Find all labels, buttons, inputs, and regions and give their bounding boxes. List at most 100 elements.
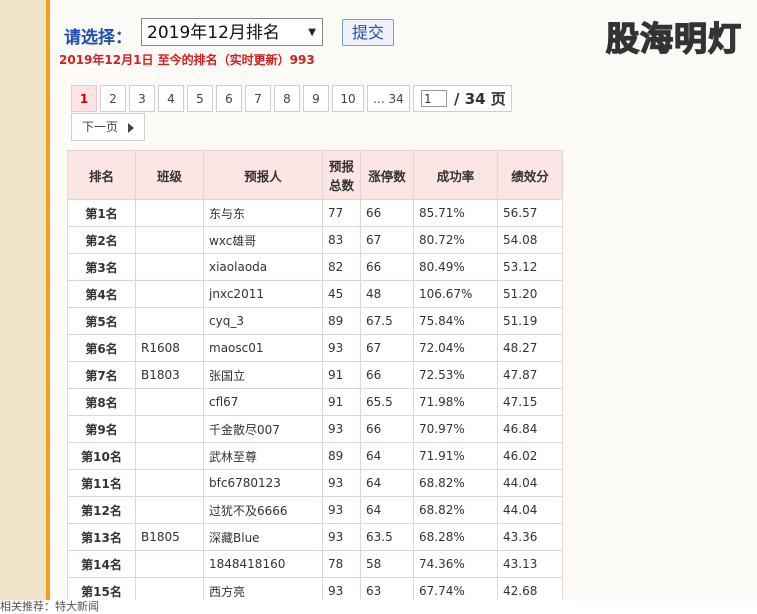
table-cell: 80.49% <box>413 253 498 281</box>
table-cell: R1608 <box>135 334 204 362</box>
table-cell: 66 <box>360 361 414 389</box>
table-cell[interactable]: 千金散尽007 <box>203 415 323 443</box>
table-cell: 68.82% <box>413 469 498 497</box>
footer-news[interactable]: 相关推荐：特大新闻 <box>0 600 757 614</box>
table-cell[interactable]: 武林至尊 <box>203 442 323 470</box>
column-header: 成功率 <box>413 150 498 200</box>
table-cell: 70.97% <box>413 415 498 443</box>
table-cell: 51.19 <box>497 307 563 335</box>
table-row: 第13名 B1805 深藏Blue 93 63.5 68.28% 43.36 <box>67 523 563 551</box>
table-cell: 第9名 <box>67 415 136 443</box>
table-row: 第12名 过犹不及6666 93 64 68.82% 44.04 <box>67 496 563 524</box>
table-cell: 第4名 <box>67 280 136 308</box>
column-header: 预报总数 <box>322 150 361 200</box>
table-cell: 91 <box>322 361 361 389</box>
table-cell: 82 <box>322 253 361 281</box>
month-select[interactable]: 2019年12月排名 ▼ <box>141 18 323 46</box>
select-label: 请选择： <box>64 28 132 48</box>
column-header: 预报人 <box>203 150 323 200</box>
table-cell[interactable]: xiaolaoda <box>203 253 323 281</box>
table-cell <box>135 415 204 443</box>
table-cell[interactable]: 1848418160 <box>203 550 323 578</box>
page-button[interactable]: 5 <box>187 85 213 112</box>
page-button[interactable]: 6 <box>216 85 242 112</box>
table-cell <box>135 550 204 578</box>
table-row: 第5名 cyq_3 89 67.5 75.84% 51.19 <box>67 307 563 335</box>
table-cell <box>135 496 204 524</box>
table-cell: 第11名 <box>67 469 136 497</box>
table-row: 第3名 xiaolaoda 82 66 80.49% 53.12 <box>67 253 563 281</box>
left-background <box>0 0 46 614</box>
table-cell: 43.36 <box>497 523 563 551</box>
page-button[interactable]: 8 <box>274 85 300 112</box>
table-cell: 54.08 <box>497 226 563 254</box>
table-row: 第6名 R1608 maosc01 93 67 72.04% 48.27 <box>67 334 563 362</box>
table-cell: 第7名 <box>67 361 136 389</box>
table-cell: 45 <box>322 280 361 308</box>
table-row: 第2名 wxc雄哥 83 67 80.72% 54.08 <box>67 226 563 254</box>
page-button[interactable]: 1 <box>71 85 97 112</box>
table-cell: 66 <box>360 199 414 227</box>
page-button[interactable]: ... 34 <box>367 85 410 112</box>
page-button[interactable]: 3 <box>129 85 155 112</box>
table-row: 第11名 bfc6780123 93 64 68.82% 44.04 <box>67 469 563 497</box>
submit-button[interactable]: 提交 <box>342 19 394 46</box>
table-cell[interactable]: 张国立 <box>203 361 323 389</box>
table-cell[interactable]: 过犹不及6666 <box>203 496 323 524</box>
next-page-label: 下一页 <box>82 120 119 134</box>
table-cell[interactable]: wxc雄哥 <box>203 226 323 254</box>
table-cell <box>135 253 204 281</box>
table-cell: B1803 <box>135 361 204 389</box>
table-cell: 58 <box>360 550 414 578</box>
table-cell[interactable]: cyq_3 <box>203 307 323 335</box>
table-cell: 93 <box>322 415 361 443</box>
page-jump: 1 / 34 页 <box>413 85 512 112</box>
table-cell: 89 <box>322 442 361 470</box>
table-cell: 72.53% <box>413 361 498 389</box>
table-cell[interactable]: bfc6780123 <box>203 469 323 497</box>
table-cell[interactable]: 东与东 <box>203 199 323 227</box>
page-button[interactable]: 10 <box>332 85 364 112</box>
table-cell: 第12名 <box>67 496 136 524</box>
table-cell: 72.04% <box>413 334 498 362</box>
table-cell: 67 <box>360 334 414 362</box>
table-cell: 47.15 <box>497 388 563 416</box>
table-cell: 106.67% <box>413 280 498 308</box>
table-cell: 46.84 <box>497 415 563 443</box>
page-button[interactable]: 4 <box>158 85 184 112</box>
table-cell[interactable]: cfl67 <box>203 388 323 416</box>
table-cell: 63.5 <box>360 523 414 551</box>
page-total: / 34 页 <box>454 90 506 108</box>
table-cell[interactable]: maosc01 <box>203 334 323 362</box>
next-page-button[interactable]: 下一页 <box>71 113 145 141</box>
table-cell: 64 <box>360 469 414 497</box>
table-cell: 64 <box>360 496 414 524</box>
table-row: 第8名 cfl67 91 65.5 71.98% 47.15 <box>67 388 563 416</box>
page-button[interactable]: 2 <box>100 85 126 112</box>
table-cell: 93 <box>322 469 361 497</box>
table-cell: 78 <box>322 550 361 578</box>
table-cell: 48 <box>360 280 414 308</box>
page-button[interactable]: 9 <box>303 85 329 112</box>
table-body: 第1名 东与东 77 66 85.71% 56.57 第2名 wxc雄哥 83 67 80.72% 5… <box>67 199 563 605</box>
chevron-down-icon: ▼ <box>308 27 316 38</box>
table-cell: 53.12 <box>497 253 563 281</box>
watermark-logo: 股海明灯 <box>605 18 742 59</box>
update-info: 2019年12月1日 至今的排名（实时更新）993 <box>59 53 315 67</box>
table-cell: 56.57 <box>497 199 563 227</box>
table-cell: 第3名 <box>67 253 136 281</box>
column-header: 绩效分 <box>497 150 563 200</box>
page-number-input[interactable]: 1 <box>421 90 447 107</box>
table-row: 第7名 B1803 张国立 91 66 72.53% 47.87 <box>67 361 563 389</box>
table-cell: 93 <box>322 523 361 551</box>
table-cell: 83 <box>322 226 361 254</box>
table-cell: 93 <box>322 334 361 362</box>
column-header: 班级 <box>135 150 204 200</box>
table-cell: 75.84% <box>413 307 498 335</box>
table-cell: 51.20 <box>497 280 563 308</box>
table-cell[interactable]: 深藏Blue <box>203 523 323 551</box>
table-cell: 47.87 <box>497 361 563 389</box>
page-button[interactable]: 7 <box>245 85 271 112</box>
table-cell[interactable]: jnxc2011 <box>203 280 323 308</box>
table-header-row: 排名 班级 预报人 预报总数 涨停数 成功率 绩效分 <box>67 150 563 200</box>
